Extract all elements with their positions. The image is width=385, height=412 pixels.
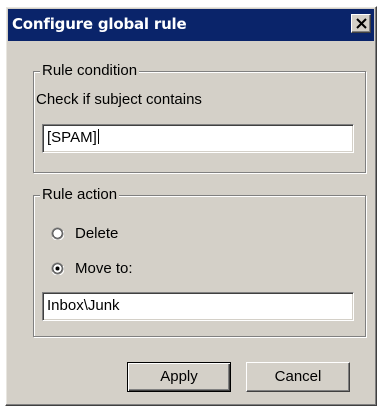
delete-label[interactable]: Delete xyxy=(75,225,118,243)
cancel-button[interactable]: Cancel xyxy=(246,362,350,392)
rule-condition-group: Rule condition xyxy=(33,62,366,173)
radio-selected-dot xyxy=(55,266,60,271)
dialog-title: Configure global rule xyxy=(12,15,187,33)
rule-condition-legend: Rule condition xyxy=(40,62,140,80)
text-caret xyxy=(97,129,99,144)
move-to-label[interactable]: Move to: xyxy=(75,260,133,278)
subject-contains-input[interactable]: [SPAM] xyxy=(42,124,354,153)
rule-action-legend: Rule action xyxy=(40,186,120,204)
close-button[interactable] xyxy=(351,14,371,33)
move-to-radio[interactable] xyxy=(51,262,64,275)
apply-button[interactable]: Apply xyxy=(127,362,231,392)
subject-contains-value: [SPAM] xyxy=(47,129,97,146)
title-bar[interactable]: Configure global rule xyxy=(8,9,374,41)
close-icon xyxy=(356,18,367,29)
move-to-folder-input[interactable]: Inbox\Junk xyxy=(42,292,354,321)
configure-rule-dialog: Configure global rule Rule condition Che… xyxy=(5,6,377,406)
subject-condition-label: Check if subject contains xyxy=(36,91,202,108)
move-to-folder-value: Inbox\Junk xyxy=(47,297,120,314)
delete-radio[interactable] xyxy=(51,227,64,240)
